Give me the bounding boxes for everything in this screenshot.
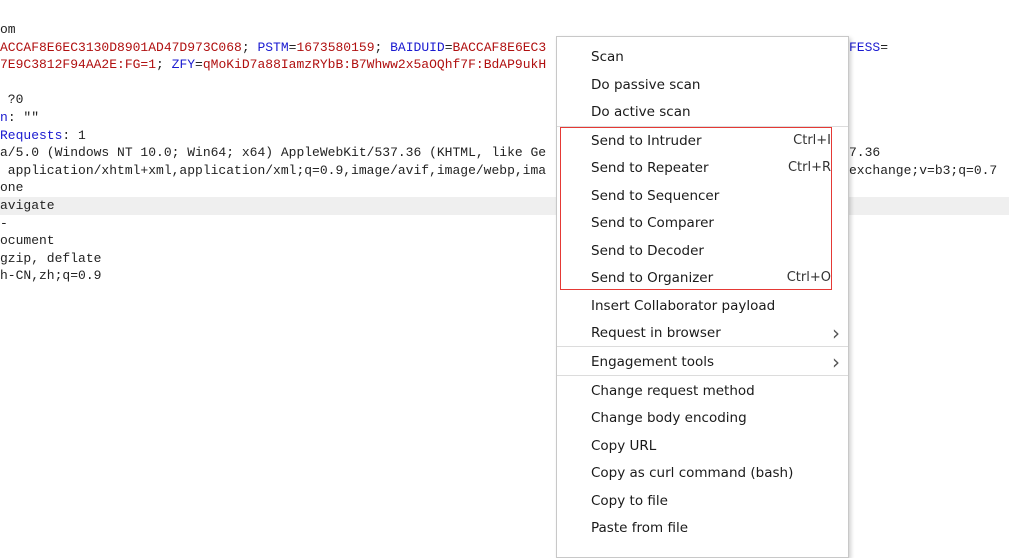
editor-line[interactable]: - [0,215,1009,233]
header-value: 7E9C3812F94AA2E:FG=1 [0,57,157,73]
header-value: = [195,57,203,73]
header-text: 7.36 [849,145,881,161]
editor-line[interactable]: n: "" [0,109,1009,127]
menu-item-label: Send to Repeater [591,160,709,176]
chevron-right-icon: › [832,350,840,374]
header-value: : "" [7,110,40,125]
editor-line[interactable]: 7E9C3812F94AA2E:FG=1; ZFY=qMoKiD7a88Iamz… [0,56,1009,74]
editor-line[interactable]: avigate [0,197,1009,215]
menu-item-change-request-method[interactable]: Change request method [557,378,848,404]
shortcut-label: Ctrl+I [793,133,831,148]
menu-item-send-to-comparer[interactable]: Send to Comparer [557,210,848,236]
menu-item-label: Copy to file [591,493,668,509]
menu-item-label: Do active scan [591,104,691,120]
editor-line[interactable]: one [0,179,1009,197]
editor-line-overflow: FESS= [849,39,888,57]
menu-separator [557,346,848,347]
header-value: = [444,39,453,55]
header-value: ; [156,57,172,73]
menu-item-label: Send to Comparer [591,215,714,231]
menu-separator [557,126,848,127]
menu-item-label: Send to Organizer [591,270,714,286]
menu-item-request-in-browser[interactable]: Request in browser › [557,320,848,346]
menu-item-label: Change body encoding [591,410,747,426]
menu-item-copy-as-curl-command-bash[interactable]: Copy as curl command (bash) [557,460,848,486]
shortcut-label: Ctrl+O [786,270,831,285]
menu-item-label: Scan [591,49,624,65]
header-value: BACCAF8E6EC3 [452,39,547,55]
menu-item-change-body-encoding[interactable]: Change body encoding [557,405,848,431]
menu-item-label: Insert Collaborator payload [591,298,776,314]
menu-item-send-to-repeater[interactable]: Send to Repeater Ctrl+R [557,155,848,181]
editor-line[interactable]: gzip, deflate [0,250,1009,268]
menu-item-label: Send to Decoder [591,243,704,259]
editor-line[interactable]: ocument [0,232,1009,250]
header-value: qMoKiD7a88IamzRYbB:B7Whww2x5aOQhf7F:BdAP… [202,57,547,73]
chevron-right-icon: › [832,321,840,345]
header-text: = [880,39,889,55]
menu-item-label: Request in browser [591,325,721,341]
editor-line[interactable]: Requests: 1 [0,127,1009,145]
menu-separator [557,375,848,376]
header-text: FESS [849,39,881,55]
menu-item-do-passive-scan[interactable]: Do passive scan [557,72,848,98]
header-key: n [0,110,8,125]
menu-item-scan[interactable]: Scan [557,44,848,70]
header-value: : 1 [62,127,86,143]
menu-item-send-to-decoder[interactable]: Send to Decoder [557,238,848,264]
editor-line[interactable]: ?0 [0,91,1009,109]
menu-item-label: Send to Intruder [591,133,702,149]
header-value: 1673580159 [296,39,375,55]
header-key: ZFY [171,57,196,73]
editor-line-overflow: exchange;v=b3;q=0.7 [849,162,997,180]
menu-item-send-to-intruder[interactable]: Send to Intruder Ctrl+I [557,128,848,154]
header-value: ; [241,39,258,55]
header-value: ; [374,39,391,55]
menu-item-do-active-scan[interactable]: Do active scan [557,99,848,125]
header-text: exchange;v=b3;q=0.7 [849,162,998,178]
menu-item-label: Send to Sequencer [591,188,720,204]
menu-item-label: Change request method [591,383,755,399]
menu-item-paste-from-file[interactable]: Paste from file [557,515,848,541]
menu-item-label: Paste from file [591,520,688,536]
header-key: PSTM [257,39,289,55]
menu-item-label: Copy URL [591,438,657,454]
menu-item-engagement-tools[interactable]: Engagement tools › [557,349,848,375]
editor-line[interactable]: om [0,21,1009,39]
menu-item-label: Copy as curl command (bash) [591,465,794,481]
menu-item-copy-url[interactable]: Copy URL [557,433,848,459]
menu-item-send-to-organizer[interactable]: Send to Organizer Ctrl+O [557,265,848,291]
header-key: BAIDUID [390,39,445,55]
editor-line-overflow: 7.36 [849,144,880,162]
context-menu: Scan Do passive scan Do active scan Send to… [556,36,849,558]
header-key: Requests [0,127,63,143]
menu-item-label: Do passive scan [591,77,701,93]
request-editor[interactable]: om ACCAF8E6EC3130D8901AD47D973C068; PSTM =… [0,0,1009,536]
editor-line[interactable]: h-CN,zh;q=0.9 [0,267,1009,285]
shortcut-label: Ctrl+R [787,160,831,175]
menu-item-send-to-sequencer[interactable]: Send to Sequencer [557,183,848,209]
editor-line[interactable] [0,74,1009,92]
menu-item-insert-collaborator-payload[interactable]: Insert Collaborator payload [557,293,848,319]
menu-item-copy-to-file[interactable]: Copy to file [557,488,848,514]
menu-item-label: Engagement tools [591,354,714,370]
header-value: ACCAF8E6EC3130D8901AD47D973C068 [0,39,242,55]
